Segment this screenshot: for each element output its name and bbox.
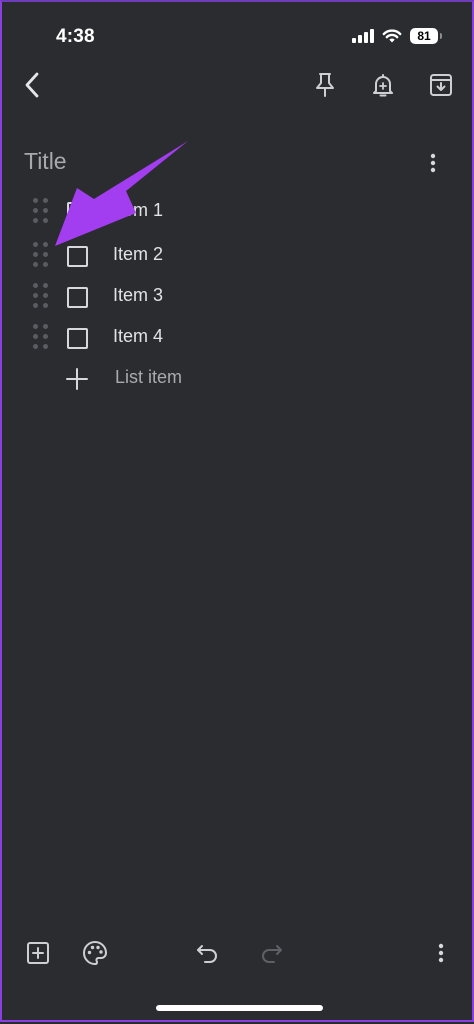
battery-indicator: 81 <box>410 28 442 44</box>
item-checkbox[interactable] <box>67 202 88 223</box>
back-button[interactable] <box>16 68 48 102</box>
status-time: 4:38 <box>56 26 95 47</box>
redo-icon <box>262 945 282 963</box>
add-content-button[interactable] <box>22 937 54 969</box>
home-indicator[interactable] <box>156 1005 323 1011</box>
note-title-input[interactable]: Title <box>24 148 67 175</box>
drag-handle-icon[interactable] <box>33 324 49 350</box>
add-list-item-label: List item <box>115 367 183 387</box>
undo-button[interactable] <box>191 937 223 969</box>
item-text[interactable]: Item 2 <box>113 244 163 265</box>
redo-button[interactable] <box>256 937 288 969</box>
app-screen: 4:38 81 Title Item 1 Item 2 Item 3 Item … <box>0 0 474 1022</box>
reminder-button[interactable] <box>368 70 398 100</box>
plus-icon <box>66 368 88 390</box>
item-checkbox[interactable] <box>67 287 88 308</box>
chevron-left-icon <box>25 72 39 98</box>
undo-icon <box>197 945 217 963</box>
add-list-item-row[interactable]: List item <box>2 361 474 397</box>
more-vertical-icon <box>430 153 436 173</box>
wifi-icon <box>382 28 402 42</box>
list-item: Item 4 <box>2 320 474 356</box>
drag-handle-icon[interactable] <box>33 242 49 268</box>
bell-plus-icon <box>373 74 393 97</box>
item-text[interactable]: Item 4 <box>113 326 163 347</box>
drag-handle-icon[interactable] <box>33 198 49 224</box>
more-vertical-icon <box>438 943 444 963</box>
pin-icon <box>316 73 334 97</box>
add-box-icon <box>27 942 49 964</box>
archive-icon <box>430 74 452 96</box>
list-item: Item 1 <box>2 194 474 230</box>
bottom-more-button[interactable] <box>426 937 456 969</box>
item-checkbox[interactable] <box>67 328 88 349</box>
item-text[interactable]: Item 3 <box>113 285 163 306</box>
pin-button[interactable] <box>310 70 340 100</box>
item-text[interactable]: Item 1 <box>113 200 163 221</box>
list-item: Item 3 <box>2 279 474 315</box>
drag-handle-icon[interactable] <box>33 283 49 309</box>
annotation-arrow <box>55 141 188 246</box>
item-checkbox[interactable] <box>67 246 88 267</box>
palette-button[interactable] <box>79 937 111 969</box>
battery-level: 81 <box>417 29 431 43</box>
archive-button[interactable] <box>426 70 456 100</box>
title-more-button[interactable] <box>418 148 448 178</box>
status-icons: 81 <box>352 28 442 44</box>
battery-tip <box>440 33 442 39</box>
palette-icon <box>83 941 107 965</box>
cellular-signal-icon <box>352 29 374 43</box>
list-item: Item 2 <box>2 238 474 274</box>
